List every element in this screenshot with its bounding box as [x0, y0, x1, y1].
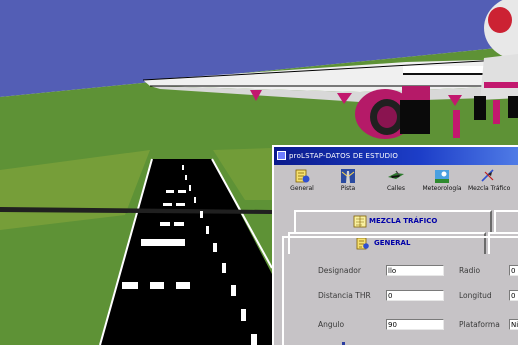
traffic-mix-icon — [481, 169, 494, 182]
app-icon — [277, 151, 286, 160]
designador-label: Designador — [318, 266, 361, 275]
general-button[interactable]: General — [282, 168, 322, 200]
runway-icon — [341, 169, 355, 183]
mezcla-trafico-button-label: Mezcla Tráfico — [468, 185, 511, 192]
general-button-label: General — [290, 185, 314, 192]
tab-row-back: MEZCLA TRÁFICO — [280, 210, 518, 232]
designador-input[interactable] — [386, 265, 444, 276]
plataforma-select[interactable] — [509, 319, 518, 330]
longitud-label: Longitud — [459, 291, 492, 300]
traffic-mix-tab-icon — [353, 215, 367, 228]
radio-input[interactable] — [509, 265, 518, 276]
study-data-window: proLSTAP-DATOS DE ESTUDIO General Pista — [272, 145, 518, 345]
general-icon — [295, 169, 310, 183]
meteorologia-button[interactable]: Meteorología — [422, 168, 462, 200]
toolbar: General Pista Calles Meteorología Mezcla… — [274, 166, 518, 200]
window-titlebar[interactable]: proLSTAP-DATOS DE ESTUDIO — [274, 147, 518, 165]
mezcla-trafico-button[interactable]: Mezcla Tráfico — [468, 168, 511, 200]
plataforma-label: Plataforma — [459, 320, 500, 329]
meteorologia-button-label: Meteorología — [422, 185, 462, 192]
radio-label: Radio — [459, 266, 481, 275]
distancia-thr-label: Distancia THR — [318, 291, 371, 300]
pista-button-label: Pista — [340, 185, 356, 192]
longitud-input[interactable] — [509, 290, 518, 301]
tab-mezcla-trafico-label: MEZCLA TRÁFICO — [369, 217, 438, 225]
pista-button[interactable]: Pista — [328, 168, 368, 200]
weather-icon — [435, 170, 449, 183]
angulo-label: Angulo — [318, 320, 345, 329]
distancia-thr-input[interactable] — [386, 290, 444, 301]
window-title: proLSTAP-DATOS DE ESTUDIO — [289, 152, 399, 160]
tab-extra[interactable] — [494, 210, 518, 232]
tab-mezcla-trafico[interactable]: MEZCLA TRÁFICO — [294, 210, 492, 232]
general-form-panel: Designador Distancia THR Angulo Radio Lo… — [282, 236, 518, 345]
angulo-input[interactable] — [386, 319, 444, 330]
calles-button-label: Calles — [386, 185, 406, 192]
calles-button[interactable]: Calles — [376, 168, 416, 200]
taxiway-icon — [388, 170, 404, 179]
